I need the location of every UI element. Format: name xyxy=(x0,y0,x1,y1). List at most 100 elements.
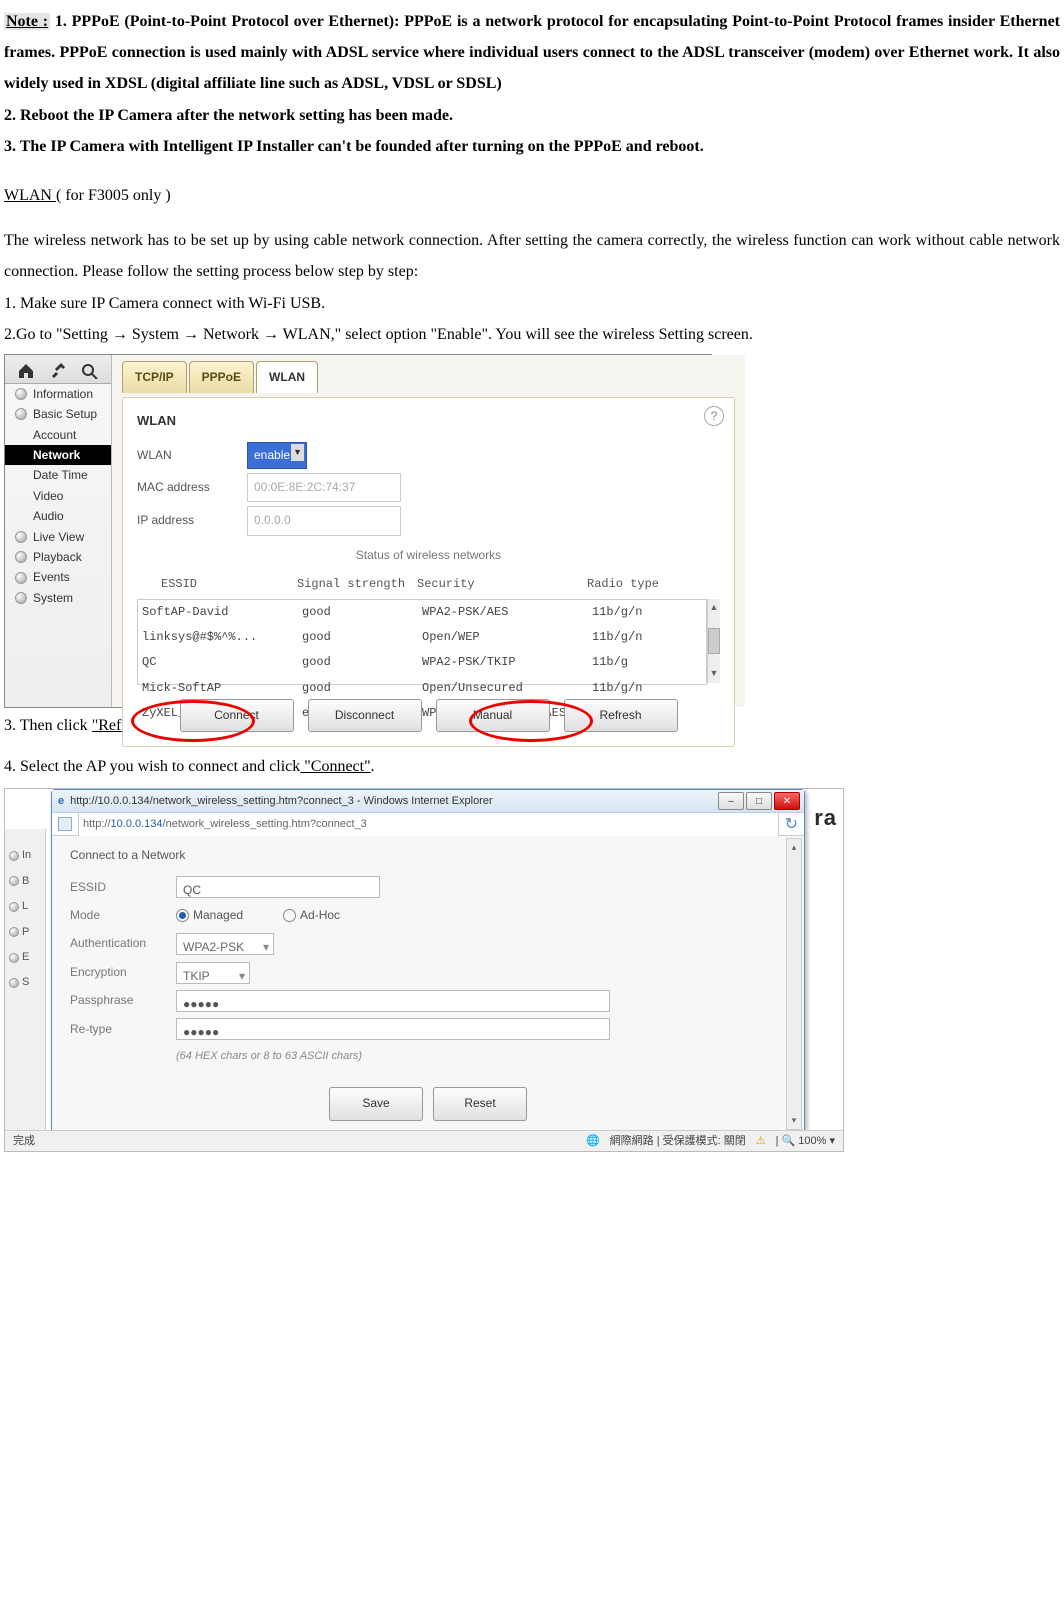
mac-label: MAC address xyxy=(137,476,247,499)
wlan-step-4: 4. Select the AP you wish to connect and… xyxy=(4,751,1060,782)
ie-address-bar: http://10.0.0.134/network_wireless_setti… xyxy=(52,813,804,836)
wireless-status-title: Status of wireless networks xyxy=(137,544,720,567)
mode-adhoc-label: Ad-Hoc xyxy=(300,904,340,927)
wireless-network-list[interactable]: SoftAP-DavidgoodWPA2-PSK/AES11b/g/nlinks… xyxy=(137,599,707,685)
mode-adhoc-radio[interactable] xyxy=(283,909,296,922)
bg-sidebar-item: B xyxy=(5,869,45,894)
ie-status-bar: 完成 🌐 網際網路 | 受保護模式: 關閉 ⚠ | 🔍 100% ▾ xyxy=(5,1130,843,1151)
sidebar-item-playback[interactable]: Playback xyxy=(5,547,111,567)
note-2: 2. Reboot the IP Camera after the networ… xyxy=(4,100,1060,131)
home-icon[interactable] xyxy=(15,361,37,381)
settings-content: TCP/IP PPPoE WLAN ? WLAN WLAN enable MAC… xyxy=(112,355,745,707)
settings-sidebar: Information Basic Setup AccountNetwork Date… xyxy=(5,355,112,707)
bg-sidebar-item: P xyxy=(5,920,45,945)
reset-button[interactable]: Reset xyxy=(433,1087,527,1120)
enc-label: Encryption xyxy=(70,961,176,984)
tab-wlan[interactable]: WLAN xyxy=(256,361,318,393)
retype-label: Re-type xyxy=(70,1018,176,1041)
scroll-up-icon[interactable]: ▴ xyxy=(792,839,797,857)
sidebar-item-label: Audio xyxy=(33,509,64,523)
sidebar-item-system[interactable]: System xyxy=(5,588,111,608)
sidebar-item-live-view[interactable]: Live View xyxy=(5,527,111,547)
connect-button[interactable]: Connect xyxy=(180,699,294,732)
network-row[interactable]: SoftAP-DavidgoodWPA2-PSK/AES11b/g/n xyxy=(138,600,706,625)
bg-sidebar-item: E xyxy=(5,945,45,970)
expand-icon xyxy=(15,551,27,563)
expand-icon xyxy=(9,978,19,988)
sidebar-item-video[interactable]: Video xyxy=(5,486,111,506)
retype-input[interactable]: ●●●●● xyxy=(176,1018,610,1040)
tab-tcpip[interactable]: TCP/IP xyxy=(122,361,187,393)
ie-popup-window: e http://10.0.0.134/network_wireless_set… xyxy=(51,789,805,1133)
sidebar-item-label: System xyxy=(33,591,73,605)
connect-heading: Connect to a Network xyxy=(70,844,786,867)
tab-pppoe[interactable]: PPPoE xyxy=(189,361,254,393)
sidebar-item-label: Date Time xyxy=(33,468,88,482)
note-1: Note : 1. PPPoE (Point-to-Point Protocol… xyxy=(4,6,1060,100)
sidebar-item-information[interactable]: Information xyxy=(5,384,111,404)
expand-icon xyxy=(15,408,27,420)
sidebar-item-account[interactable]: Account xyxy=(5,425,111,445)
manual-button[interactable]: Manual xyxy=(436,699,550,732)
wlan-step-1: 1. Make sure IP Camera connect with Wi-F… xyxy=(4,288,1060,319)
expand-icon xyxy=(9,927,19,937)
expand-icon xyxy=(9,851,19,861)
mode-label: Mode xyxy=(70,904,176,927)
refresh-button[interactable]: Refresh xyxy=(564,699,678,732)
dialog-scrollbar[interactable]: ▴ ▾ xyxy=(786,838,802,1130)
minimize-icon[interactable]: – xyxy=(718,792,744,810)
ie-window-title: http://10.0.0.134/network_wireless_setti… xyxy=(70,791,493,812)
help-icon[interactable]: ? xyxy=(704,406,724,426)
expand-icon xyxy=(15,388,27,400)
zoom-value[interactable]: 100% xyxy=(798,1135,826,1147)
sidebar-item-date-time[interactable]: Date Time xyxy=(5,465,111,485)
wlan-intro: The wireless network has to be set up by… xyxy=(4,225,1060,287)
passphrase-input[interactable]: ●●●●● xyxy=(176,990,610,1012)
close-icon[interactable]: ✕ xyxy=(774,792,800,810)
essid-input[interactable]: QC xyxy=(176,876,380,898)
enc-select[interactable]: TKIP xyxy=(176,962,250,984)
sidebar-item-label: Basic Setup xyxy=(33,407,97,421)
scroll-up-icon[interactable]: ▲ xyxy=(710,599,719,617)
wlan-enable-select[interactable]: enable xyxy=(247,442,307,469)
globe-icon: 🌐 xyxy=(586,1131,600,1152)
mode-managed-radio[interactable] xyxy=(176,909,189,922)
sidebar-item-basic-setup[interactable]: Basic Setup xyxy=(5,404,111,424)
maximize-icon[interactable]: □ xyxy=(746,792,772,810)
disconnect-button[interactable]: Disconnect xyxy=(308,699,422,732)
save-button[interactable]: Save xyxy=(329,1087,423,1120)
ie-icon: e xyxy=(58,791,64,812)
connect-form: ▴ ▾ Connect to a Network ESSID QC Mode M… xyxy=(52,836,804,1132)
address-input[interactable]: http://10.0.0.134/network_wireless_setti… xyxy=(78,812,779,837)
essid-label: ESSID xyxy=(70,876,176,899)
scroll-thumb[interactable] xyxy=(708,628,720,654)
scroll-down-icon[interactable]: ▼ xyxy=(710,665,719,683)
wlan-panel-title: WLAN xyxy=(137,408,720,433)
expand-icon xyxy=(15,531,27,543)
mac-value: 00:0E:8E:2C:74:37 xyxy=(247,473,401,502)
tools-icon[interactable] xyxy=(47,361,69,381)
sidebar-item-label: Video xyxy=(33,489,63,503)
expand-icon xyxy=(9,902,19,912)
pass-label: Passphrase xyxy=(70,989,176,1012)
wlan-step-2: 2.Go to "Setting → System → Network → WL… xyxy=(4,319,1060,350)
auth-select[interactable]: WPA2-PSK xyxy=(176,933,274,955)
scroll-down-icon[interactable]: ▾ xyxy=(792,1112,797,1130)
expand-icon xyxy=(15,592,27,604)
page-icon xyxy=(58,817,72,831)
network-row[interactable]: QCgoodWPA2-PSK/TKIP11b/g xyxy=(138,650,706,675)
search-icon[interactable] xyxy=(79,361,101,381)
auth-label: Authentication xyxy=(70,932,176,955)
bg-sidebar-item: S xyxy=(5,970,45,995)
sidebar-item-events[interactable]: Events xyxy=(5,567,111,587)
sidebar-item-network[interactable]: Network xyxy=(5,445,111,465)
refresh-addr-icon[interactable]: ↻ xyxy=(785,809,798,840)
security-icon: ⚠ xyxy=(756,1131,766,1152)
network-row[interactable]: Mick-SoftAPgoodOpen/Unsecured11b/g/n xyxy=(138,676,706,701)
network-row[interactable]: linksys@#$%^%...goodOpen/WEP11b/g/n xyxy=(138,625,706,650)
list-scrollbar[interactable]: ▲ ▼ xyxy=(707,599,720,683)
screenshot-wlan-settings: Information Basic Setup AccountNetwork Date… xyxy=(4,354,712,708)
background-sidebar: InBLPES xyxy=(5,829,46,1131)
sidebar-item-audio[interactable]: Audio xyxy=(5,506,111,526)
status-zone: 網際網路 | 受保護模式: 關閉 xyxy=(610,1131,746,1152)
